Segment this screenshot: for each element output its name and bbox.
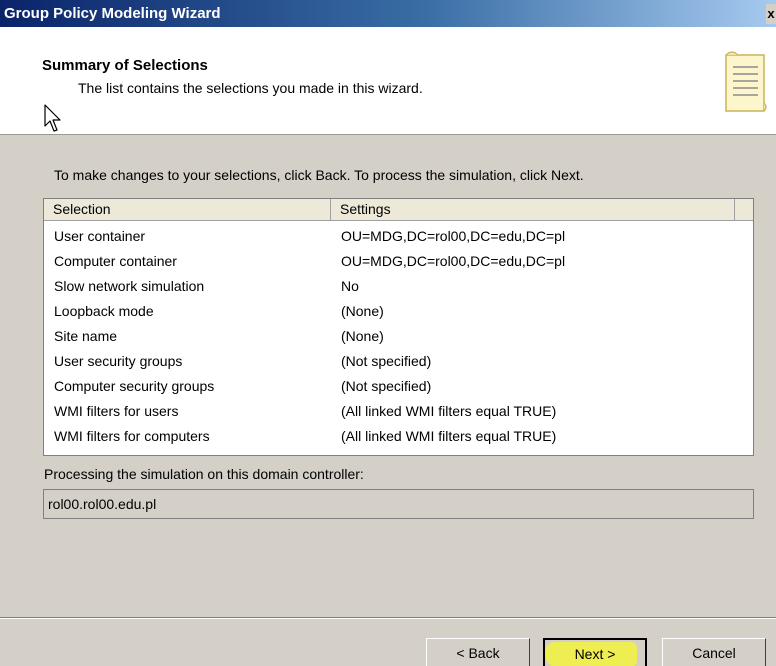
mouse-pointer-icon: [44, 104, 61, 132]
selection-cell: Site name: [54, 328, 118, 344]
settings-cell: (None): [341, 328, 384, 344]
settings-cell: (All linked WMI filters equal TRUE): [341, 403, 557, 419]
list-item[interactable]: Slow network simulation No: [44, 274, 753, 299]
page-title: Summary of Selections: [42, 57, 208, 74]
list-item[interactable]: User security groups (Not specified): [44, 349, 753, 374]
column-header-settings[interactable]: Settings: [331, 199, 735, 220]
settings-cell: OU=MDG,DC=rol00,DC=edu,DC=pl: [341, 253, 566, 269]
window-title: Group Policy Modeling Wizard: [4, 5, 221, 22]
list-item[interactable]: WMI filters for users (All linked WMI fi…: [44, 399, 753, 424]
settings-cell: OU=MDG,DC=rol00,DC=edu,DC=pl: [341, 228, 566, 244]
wizard-header: Summary of Selections The list contains …: [0, 27, 776, 135]
selection-cell: Computer container: [54, 253, 177, 269]
settings-cell: No: [341, 278, 359, 294]
selection-cell: Slow network simulation: [54, 278, 205, 294]
page-subtitle: The list contains the selections you mad…: [78, 80, 423, 96]
column-header-filler: [735, 199, 753, 220]
next-button-label: Next >: [574, 646, 616, 662]
column-header-selection[interactable]: Selection: [44, 199, 331, 220]
list-header: Selection Settings: [44, 199, 753, 221]
selection-cell: User security groups: [54, 353, 183, 369]
list-body: User container OU=MDG,DC=rol00,DC=edu,DC…: [44, 224, 753, 449]
button-divider: [0, 617, 776, 619]
list-item[interactable]: Computer security groups (Not specified): [44, 374, 753, 399]
list-item[interactable]: WMI filters for computers (All linked WM…: [44, 424, 753, 449]
list-item[interactable]: Loopback mode (None): [44, 299, 753, 324]
selection-cell: WMI filters for users: [54, 403, 179, 419]
selection-cell: WMI filters for computers: [54, 428, 210, 444]
settings-cell: (All linked WMI filters equal TRUE): [341, 428, 557, 444]
next-button[interactable]: Next >: [543, 638, 647, 666]
cancel-button[interactable]: Cancel: [662, 638, 766, 666]
list-item[interactable]: Computer container OU=MDG,DC=rol00,DC=ed…: [44, 249, 753, 274]
settings-cell: (Not specified): [341, 353, 432, 369]
instruction-text: To make changes to your selections, clic…: [54, 167, 584, 183]
selections-list[interactable]: Selection Settings User container OU=MDG…: [43, 198, 754, 456]
settings-cell: (Not specified): [341, 378, 432, 394]
selection-cell: Computer security groups: [54, 378, 215, 394]
settings-cell: (None): [341, 303, 384, 319]
back-button[interactable]: < Back: [426, 638, 530, 666]
domain-controller-label: Processing the simulation on this domain…: [44, 466, 364, 482]
list-item[interactable]: Site name (None): [44, 324, 753, 349]
selection-cell: User container: [54, 228, 146, 244]
window-title-bar[interactable]: Group Policy Modeling Wizard x: [0, 0, 776, 27]
list-item[interactable]: User container OU=MDG,DC=rol00,DC=edu,DC…: [44, 224, 753, 249]
selection-cell: Loopback mode: [54, 303, 154, 319]
domain-controller-field: rol00.rol00.edu.pl: [43, 489, 754, 519]
document-scroll-icon: [725, 51, 767, 112]
close-icon[interactable]: x: [766, 4, 776, 24]
